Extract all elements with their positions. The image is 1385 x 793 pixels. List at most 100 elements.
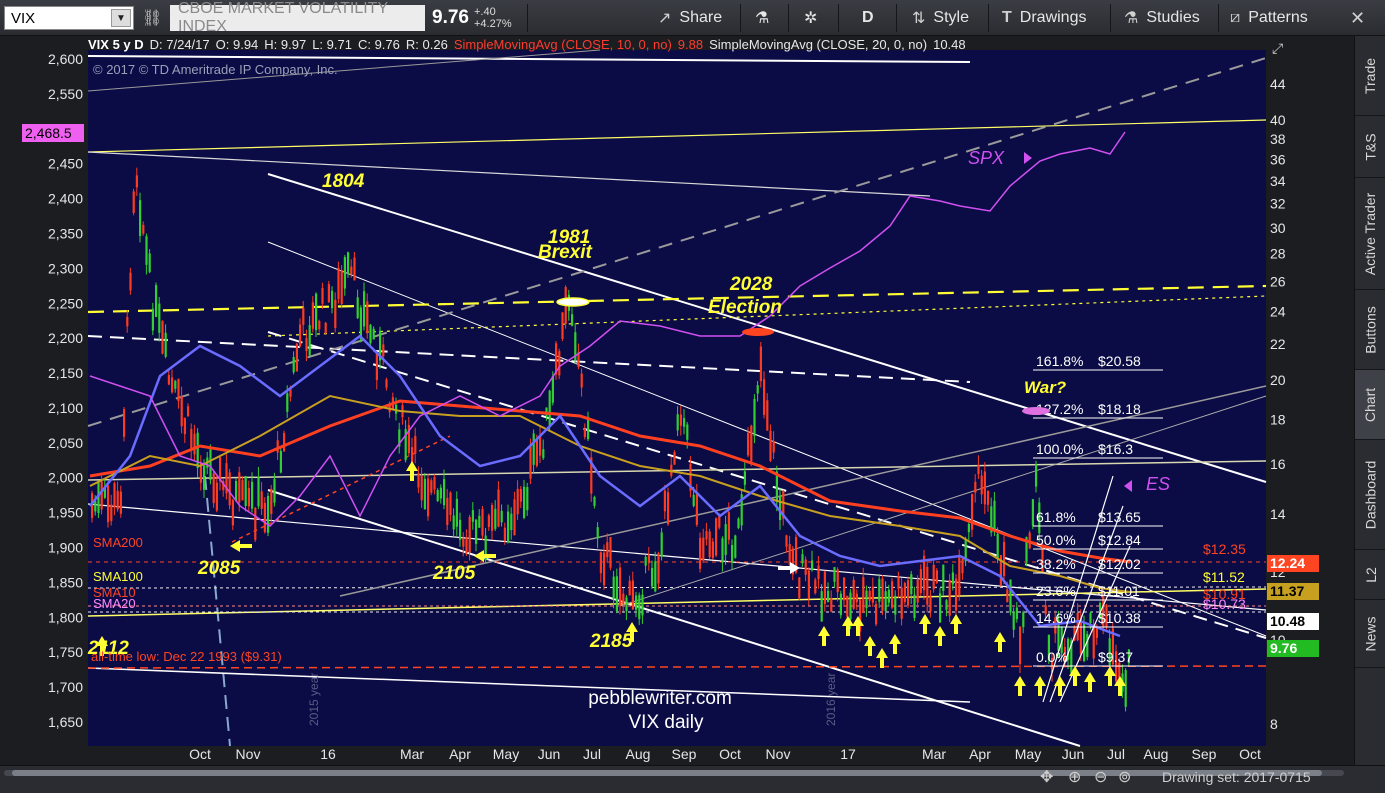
zoom-out-icon[interactable]: ⊖ [1094,767,1107,787]
candle-up [439,487,442,499]
style-button[interactable]: ⇅ Style [912,0,969,36]
candle-up [676,414,679,431]
candle-down [1079,618,1082,655]
candle-down [324,322,327,334]
sma10-value: 9.88 [677,37,704,52]
patterns-button[interactable]: ⧄ Patterns [1230,0,1308,36]
candle-up [724,524,727,556]
sma10-label[interactable]: SimpleMovingAvg (CLOSE, 10, 0, no) [454,37,672,54]
candle-up [315,293,318,331]
candle-down [667,492,670,525]
candle-up [455,498,458,527]
drag-icon[interactable]: ✥ [1040,767,1053,787]
candle-down [603,552,606,586]
candle-up [721,538,724,563]
candle-down [935,570,938,583]
fib-percent: 161.8% [1036,353,1083,369]
link-icon[interactable]: ⛓ [142,0,162,36]
x-axis-tick: Apr [449,746,471,762]
fib-percent: 61.8% [1036,509,1076,525]
fib-value: $16.3 [1098,441,1133,457]
x-axis-tick: Jun [538,746,561,762]
symbol-dropdown-icon[interactable]: ▼ [111,9,131,27]
net-change-block: +.40 +4.27% [474,0,512,36]
sidebar-tab-news[interactable]: News [1355,600,1385,668]
last-price: 9.76 [432,7,469,28]
share-label: Share [679,9,723,26]
candle-down [539,435,542,456]
candle-up [532,433,535,465]
candle-down [1019,626,1022,664]
sidebar-tab-label: Active Trader [1362,192,1379,275]
sidebar-tab-trade[interactable]: Trade [1355,36,1385,116]
candle-up [615,576,618,611]
candle-down [241,480,244,501]
candle-down [116,490,119,510]
flask-button[interactable]: ⚗ [755,0,769,36]
election-marker [742,328,774,336]
candle-down [350,266,353,275]
zoom-in-icon[interactable]: ⊕ [1068,767,1081,787]
candle-down [705,531,708,540]
sma20-label[interactable]: SimpleMovingAvg (CLOSE, 20, 0, no) [709,37,927,54]
candle-down [769,430,772,461]
left-axis-tick: 2,550 [48,86,83,102]
candle-up [625,597,628,612]
candle-down [871,586,874,603]
drawings-button[interactable]: T Drawings [1002,0,1086,36]
sidebar-tab-active-trader[interactable]: Active Trader [1355,178,1385,290]
candle-down [254,507,257,540]
fib-percent: 50.0% [1036,532,1076,548]
sidebar-tab-l2[interactable]: L2 [1355,550,1385,600]
candle-up [913,594,916,618]
candle-up [967,523,970,533]
candle-down [843,577,846,601]
right-axis-tick: 36 [1270,151,1286,167]
x-axis-tick: Aug [1144,746,1169,762]
candle-down [727,512,730,540]
sidebar-tab-label: News [1362,615,1379,652]
candle-down [907,580,910,606]
brexit-marker [556,297,590,307]
candle-down [663,490,666,512]
sidebar-tab-label: T&S [1362,132,1379,161]
candle-down [1095,627,1098,638]
candle-up [878,579,881,602]
candle-up [257,476,260,507]
share-button[interactable]: ↗ Share [658,0,722,36]
settings-button[interactable]: ✲ [804,0,817,36]
sidebar-tab-buttons[interactable]: Buttons [1355,290,1385,370]
candle-up [839,593,842,616]
chart-area[interactable]: 2,6002,5502,5002,4502,4002,3502,3002,250… [0,36,1354,765]
candle-up [737,518,740,529]
candle-down [619,567,622,606]
drawing-set-label[interactable]: Drawing set: 2017-0715 [1162,769,1311,785]
studies-button[interactable]: ⚗ Studies [1124,0,1200,36]
close-icon[interactable]: ✕ [1350,0,1365,36]
header-symbol: VIX 5 y D [88,37,144,52]
candle-up [692,494,695,507]
candle-up [526,487,529,511]
candle-down [132,191,135,213]
candle-down [260,491,263,509]
candle-up [612,576,615,599]
sidebar-tab-chart[interactable]: Chart [1355,370,1385,440]
annotation-1804: 1804 [322,171,365,192]
candle-down [417,473,420,488]
plot-background [88,50,1266,746]
sidebar-tab-dashboard[interactable]: Dashboard [1355,440,1385,550]
symbol-input[interactable]: VIX ▼ [4,6,134,30]
candle-down [334,299,337,328]
zoom-reset-icon[interactable]: ⊚ [1118,767,1131,787]
toolbar: VIX ▼ ⛓ CBOE MARKET VOLATILITY INDEX 9.7… [0,0,1385,36]
candle-up [827,590,830,603]
left-axis-tick: 2,100 [48,400,83,416]
candle-up [510,513,513,530]
period-button[interactable]: D [862,0,874,36]
left-axis-tick: 1,900 [48,540,83,556]
annotation-2105: 2105 [432,563,476,584]
sidebar-tab-t-s[interactable]: T&S [1355,116,1385,178]
candle-down [1003,541,1006,577]
candle-down [772,441,775,453]
candle-up [1124,670,1127,707]
